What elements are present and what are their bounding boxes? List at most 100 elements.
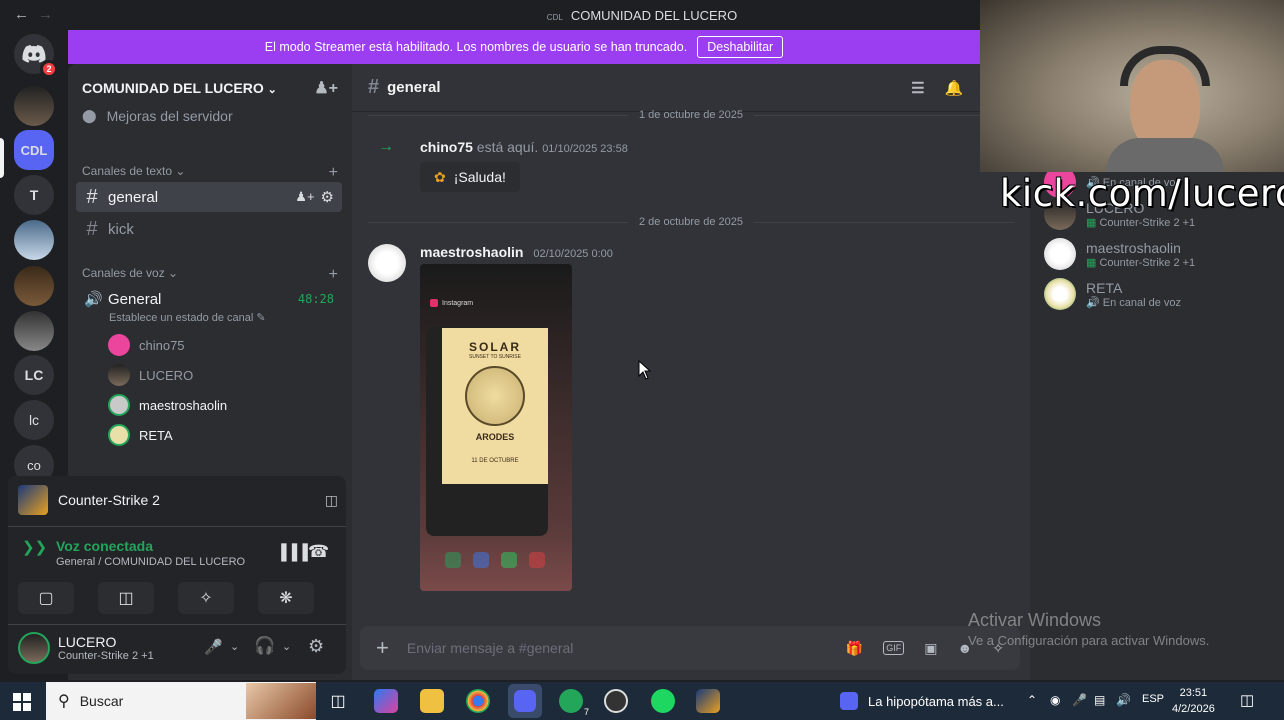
server-boost-item[interactable]: ⬤ Mejoras del servidor bbox=[82, 108, 233, 124]
voice-channels-category[interactable]: Canales de voz ⌄ + bbox=[82, 266, 338, 284]
file-explorer-icon[interactable] bbox=[420, 689, 444, 713]
image-attachment[interactable]: Instagram SOLAR SUNSET TO SUNRISE ARODES… bbox=[420, 264, 572, 591]
gif-icon[interactable]: GIF bbox=[883, 641, 905, 655]
camera-off-icon: ▢ bbox=[38, 590, 54, 607]
channel-status-prompt[interactable]: Establece un estado de canal ✎ bbox=[109, 311, 266, 324]
add-voice-channel-icon[interactable]: + bbox=[329, 266, 338, 284]
activate-subtitle: Ve a Configuración para activar Windows. bbox=[968, 633, 1210, 648]
disable-streamer-button[interactable]: Deshabilitar bbox=[697, 36, 784, 58]
author-avatar[interactable] bbox=[368, 244, 406, 282]
date-divider: 2 de octubre de 2025 bbox=[368, 216, 1014, 228]
voice-connection-status[interactable]: Voz conectada General / COMUNIDAD DEL LU… bbox=[56, 538, 245, 568]
language-indicator[interactable]: ESP bbox=[1142, 693, 1164, 705]
member-status-text: Counter-Strike 2 +1 bbox=[1099, 216, 1196, 229]
app-icon bbox=[529, 552, 545, 568]
streamer-mode-banner: El modo Streamer está habilitado. Los no… bbox=[68, 30, 980, 64]
author-name[interactable]: maestroshaolin bbox=[420, 244, 523, 260]
server-lc-lower[interactable]: lc bbox=[14, 400, 54, 440]
add-channel-icon[interactable]: + bbox=[329, 164, 338, 182]
voice-user[interactable]: chino75 bbox=[108, 333, 185, 357]
voice-channel-general[interactable]: 🔊 General 48:28 bbox=[76, 284, 342, 314]
counter-strike-icon[interactable] bbox=[696, 689, 720, 713]
date-divider: 1 de octubre de 2025 bbox=[368, 109, 1014, 121]
date-divider-text: 2 de octubre de 2025 bbox=[639, 216, 743, 228]
headset-icon bbox=[1120, 46, 1210, 86]
voice-user-name: LUCERO bbox=[139, 367, 194, 383]
obs-icon[interactable] bbox=[604, 689, 628, 713]
noise-suppression-icon[interactable]: ▐▐▐ bbox=[276, 544, 308, 561]
game-icon bbox=[18, 485, 48, 515]
windows-start-icon[interactable] bbox=[13, 693, 31, 711]
chevron-up-icon[interactable]: ⌃ bbox=[1027, 693, 1037, 707]
discord-taskbar-icon[interactable] bbox=[508, 684, 542, 718]
member-item[interactable]: maestroshaolin ▦ Counter-Strike 2 +1 bbox=[1044, 238, 1195, 270]
voice-user[interactable]: maestroshaolin bbox=[108, 393, 227, 417]
server-avatar-1[interactable] bbox=[14, 86, 54, 126]
volume-icon[interactable]: 🔊 bbox=[1116, 693, 1131, 707]
bell-icon[interactable]: 🔔 bbox=[945, 79, 964, 97]
voice-user[interactable]: LUCERO bbox=[108, 363, 193, 387]
text-channels-category[interactable]: Canales de texto ⌄ + bbox=[82, 164, 338, 182]
whatsapp-icon[interactable]: 7 bbox=[559, 689, 589, 717]
microphone-tray-icon[interactable]: 🎤 bbox=[1072, 693, 1087, 707]
server-header[interactable]: COMUNIDAD DEL LUCERO ⌄ ♟+ bbox=[68, 64, 352, 112]
poster-title: SOLAR bbox=[469, 340, 521, 354]
voice-user-name: chino75 bbox=[139, 337, 185, 353]
mouse-cursor-icon bbox=[638, 359, 652, 385]
server-avatar-3[interactable] bbox=[14, 266, 54, 306]
user-info[interactable]: LUCERO Counter-Strike 2 +1 bbox=[18, 632, 154, 664]
task-view-icon[interactable]: ◫ bbox=[326, 689, 350, 713]
server-cdl[interactable]: CDL bbox=[14, 130, 54, 170]
threads-icon[interactable]: ☰ bbox=[911, 79, 924, 97]
soundboard-button[interactable]: ❋ bbox=[258, 582, 314, 614]
channel-general[interactable]: # general ♟+ ⚙ bbox=[76, 182, 342, 212]
media-widget[interactable]: La hipopótama más a... bbox=[840, 692, 1004, 710]
activities-button[interactable]: ✧ bbox=[178, 582, 234, 614]
spotify-icon[interactable] bbox=[651, 689, 675, 713]
disconnect-icon[interactable]: ☎ bbox=[308, 542, 329, 562]
notification-badge: 2 bbox=[40, 60, 58, 78]
channel-kick-label: kick bbox=[108, 220, 134, 238]
discord-home-icon[interactable]: 2 bbox=[14, 34, 58, 78]
member-item[interactable]: RETA 🔊 En canal de voz bbox=[1044, 278, 1181, 310]
message-composer[interactable]: + Enviar mensaje a #general 🎁 GIF ▣ ☻ ✧ bbox=[360, 626, 1020, 670]
gift-icon[interactable]: 🎁 bbox=[846, 640, 863, 657]
copilot-icon[interactable] bbox=[374, 689, 398, 713]
add-attachment-icon[interactable]: + bbox=[376, 635, 389, 661]
kick-url-overlay: kick.com/lucero0 bbox=[1000, 172, 1284, 215]
join-message: chino75 está aquí. 01/10/2025 23:58 bbox=[420, 139, 628, 155]
gear-icon[interactable]: ⚙ bbox=[321, 188, 334, 206]
network-icon[interactable]: ▤ bbox=[1094, 693, 1105, 707]
clock[interactable]: 23:51 4/2/2026 bbox=[1172, 685, 1215, 717]
sun-illustration bbox=[465, 366, 525, 426]
webcam-overlay bbox=[980, 0, 1284, 172]
notifications-icon[interactable]: ◫ bbox=[1240, 691, 1254, 709]
channel-kick[interactable]: # kick bbox=[76, 214, 342, 244]
microphone-icon[interactable]: 🎤 bbox=[204, 638, 223, 656]
settings-gear-icon[interactable]: ⚙ bbox=[308, 636, 324, 657]
camera-off-button[interactable]: ▢ bbox=[18, 582, 74, 614]
sticker-icon[interactable]: ▣ bbox=[924, 640, 937, 657]
server-avatar-4[interactable] bbox=[14, 311, 54, 351]
chevron-down-icon[interactable]: ⌄ bbox=[230, 640, 239, 653]
server-avatar-2[interactable] bbox=[14, 220, 54, 260]
invite-people-icon[interactable]: ♟+ bbox=[314, 78, 338, 98]
server-t[interactable]: T bbox=[14, 175, 54, 215]
voice-user[interactable]: RETA bbox=[108, 423, 173, 447]
server-lc[interactable]: LC bbox=[14, 355, 54, 395]
join-time: 01/10/2025 23:58 bbox=[542, 143, 628, 155]
invite-icon[interactable]: ♟+ bbox=[295, 189, 314, 205]
activity-row[interactable]: Counter-Strike 2 ◫ bbox=[18, 484, 338, 516]
wave-button[interactable]: ✿ ¡Saluda! bbox=[420, 162, 520, 192]
chevron-down-icon[interactable]: ⌄ bbox=[282, 640, 291, 653]
screen-share-button[interactable]: ◫ bbox=[98, 582, 154, 614]
taskbar-search[interactable]: ⚲ Buscar bbox=[46, 682, 316, 720]
server-tag: CDL bbox=[546, 13, 563, 22]
chrome-icon[interactable] bbox=[466, 689, 490, 713]
chevron-down-icon: ⌄ bbox=[267, 84, 277, 96]
hash-icon: # bbox=[368, 76, 380, 98]
camera-tray-icon[interactable]: ◉ bbox=[1050, 693, 1060, 707]
stream-icon[interactable]: ◫ bbox=[325, 492, 338, 509]
join-user[interactable]: chino75 bbox=[420, 139, 473, 155]
headphones-icon[interactable]: 🎧 bbox=[254, 636, 275, 656]
